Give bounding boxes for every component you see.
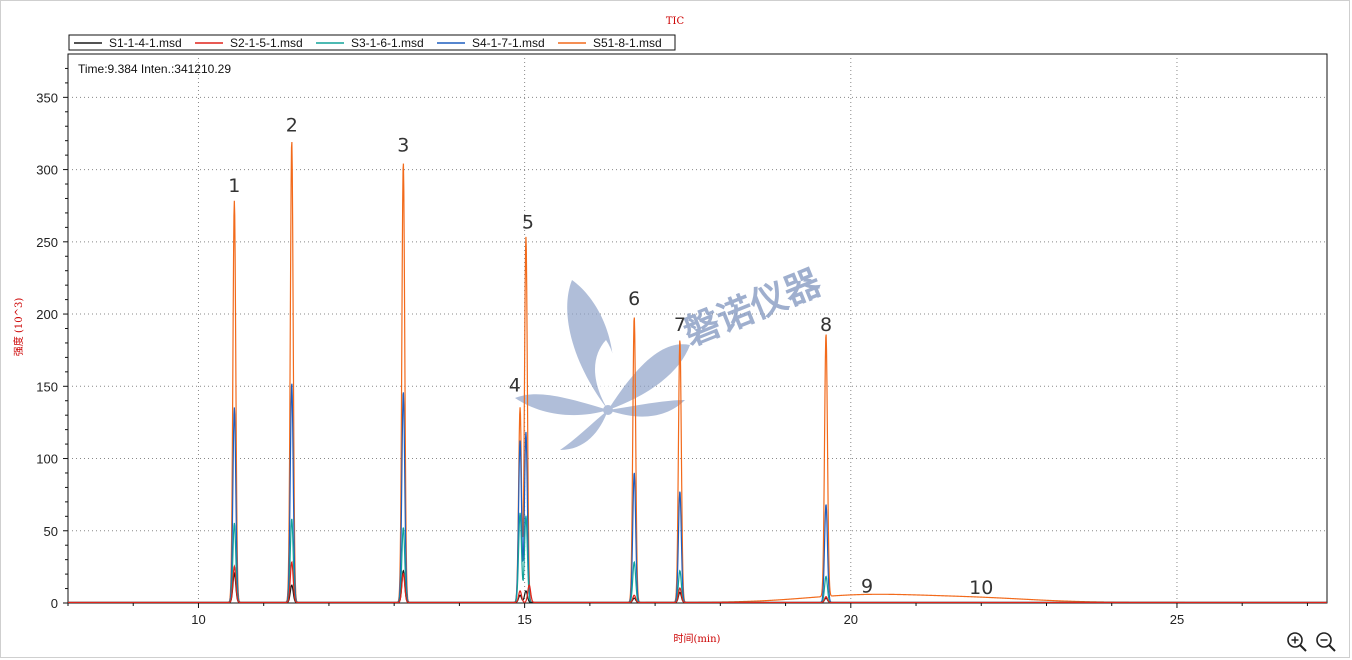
peak-label-3: 3 [397,135,409,157]
peak-label-4: 4 [509,375,521,397]
legend-item-label: S51-8-1.msd [593,36,662,50]
y-tick-label: 250 [36,235,58,250]
peak-label-8: 8 [820,314,832,336]
peak-label-1: 1 [228,175,240,197]
watermark-flower-icon [515,280,690,450]
peak-label-5: 5 [522,211,534,233]
zoom-out-icon [1316,632,1336,652]
y-tick-label: 50 [44,524,58,539]
y-tick-label: 100 [36,452,58,467]
series-line-S3-1-6-1.msd [68,512,1327,604]
series-line-S1-1-4-1.msd [68,569,1327,604]
legend: S1-1-4-1.msd S2-1-5-1.msd S3-1-6-1.msd S4-1… [68,34,676,51]
x-axis-label: 时间(min) [674,632,721,645]
series-line-S4-1-7-1.msd [68,383,1327,604]
peak-label-9: 9 [861,575,873,597]
y-tick-label: 350 [36,90,58,105]
y-tick-label: 200 [36,307,58,322]
y-tick-label: 300 [36,163,58,178]
peak-label-2: 2 [286,114,298,136]
x-tick-label: 15 [517,612,531,627]
series-line-S51-8-1.msd [68,141,1327,604]
chart-title: TIC [666,16,685,27]
y-axis-label: 强度 (10^3) [12,298,25,357]
watermark-logo: 磐诺仪器 [515,262,828,450]
tic-chart: TIC 05010015020025030035010 15 20 25 磐诺仪器 1… [12,16,1328,645]
legend-item-label: S3-1-6-1.msd [351,36,424,50]
y-tick-label: 0 [51,596,58,611]
peak-label-6: 6 [628,288,640,310]
x-tick-label: 25 [1170,612,1184,627]
cursor-readout: Time:9.384 Inten.:341210.29 [78,62,231,76]
legend-item-label: S2-1-5-1.msd [230,36,303,50]
peak-label-7: 7 [674,314,686,336]
peak-label-10: 10 [969,577,993,599]
series-lines [68,141,1327,604]
y-tick-label: 150 [36,379,58,394]
zoom-in-button[interactable] [1286,631,1308,653]
zoom-out-button[interactable] [1315,631,1337,653]
x-tick-label: 10 [191,612,205,627]
legend-item-label: S4-1-7-1.msd [472,36,545,50]
x-tick-label: 20 [844,612,858,627]
series-line-S2-1-5-1.msd [68,560,1327,604]
legend-item-label: S1-1-4-1.msd [109,36,182,50]
zoom-in-icon [1287,632,1307,652]
watermark-text: 磐诺仪器 [678,262,828,354]
